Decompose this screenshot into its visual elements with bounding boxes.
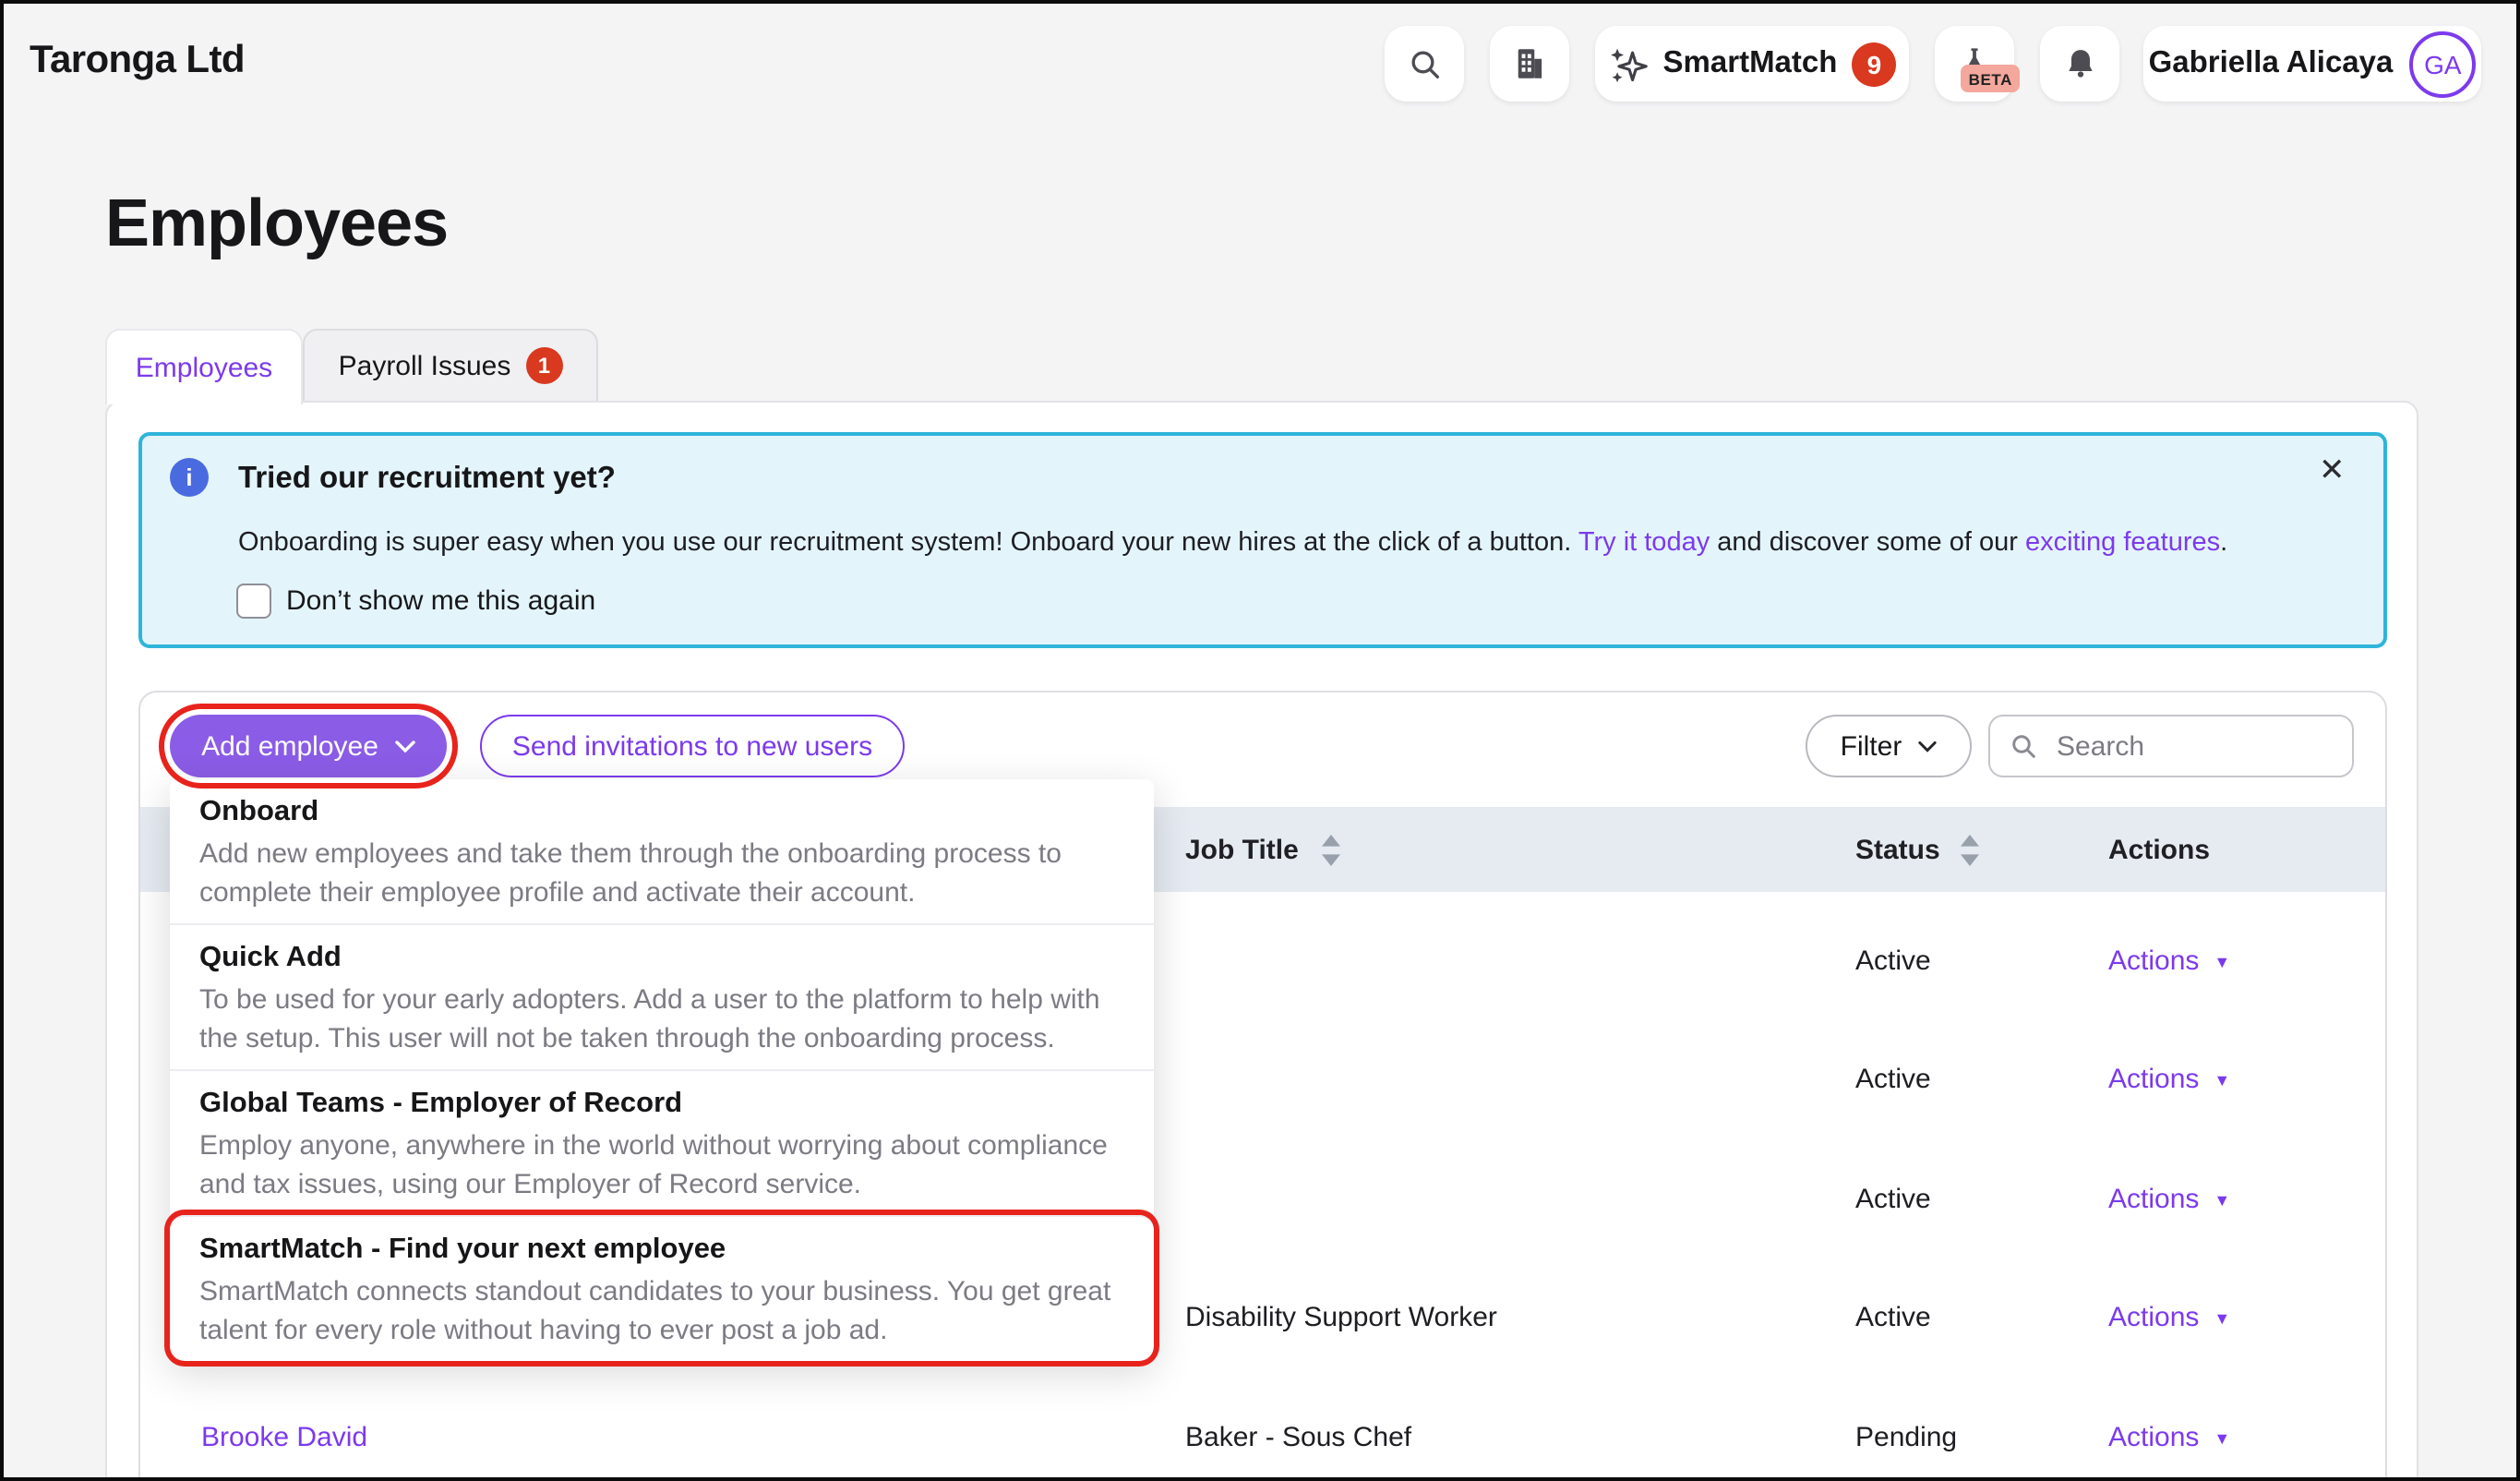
actions-label: Actions (2108, 1421, 2199, 1452)
sort-icon[interactable] (1961, 807, 1979, 892)
menu-item-title: SmartMatch - Find your next employee (199, 1232, 1124, 1267)
menu-item-description: Add new employees and take them through … (199, 835, 1124, 912)
banner-body-text-2: and discover some of our (1710, 528, 2025, 558)
actions-label: Actions (2108, 1301, 2199, 1332)
caret-down-icon: ▼ (2214, 1191, 2230, 1210)
actions-label: Actions (2108, 1063, 2199, 1094)
sparkles-icon (1608, 43, 1649, 84)
company-name: Taronga Ltd (30, 39, 245, 83)
search-input[interactable] (2053, 728, 2334, 764)
add-employee-button[interactable]: Add employee (170, 715, 447, 777)
search-field-wrap (1988, 715, 2354, 777)
notifications-button[interactable] (2040, 26, 2119, 102)
caret-down-icon: ▼ (2214, 1309, 2230, 1328)
column-actions: Actions (2108, 807, 2210, 892)
chevron-down-icon (1918, 740, 1937, 753)
close-icon[interactable]: ✕ (2319, 452, 2346, 489)
sort-icon[interactable] (1322, 807, 1340, 892)
caret-down-icon: ▼ (2214, 1071, 2230, 1090)
job-title-cell: Disability Support Worker (1185, 1258, 1497, 1376)
employee-name-link[interactable]: Brooke David (201, 1378, 367, 1481)
actions-label: Actions (2108, 1183, 2199, 1214)
actions-label: Actions (2108, 945, 2199, 976)
status-cell: Pending (1855, 1378, 1957, 1481)
add-employee-dropdown: Onboard Add new employees and take them … (170, 779, 1154, 1361)
menu-item-description: Employ anyone, anywhere in the world wit… (199, 1126, 1124, 1204)
status-cell: Active (1855, 1019, 1931, 1138)
banner-body-text-3: . (2220, 528, 2227, 558)
chevron-down-icon (395, 740, 415, 753)
actions-menu-button[interactable]: Actions ▼ (2108, 1019, 2230, 1138)
actions-menu-button[interactable]: Actions ▼ (2108, 901, 2230, 1019)
actions-menu-button[interactable]: Actions ▼ (2108, 1378, 2230, 1481)
beta-labs-button[interactable]: BETA (1935, 26, 2014, 102)
info-icon: i (170, 458, 209, 497)
banner-body-text-1: Onboarding is super easy when you use ou… (238, 528, 1578, 558)
caret-down-icon: ▼ (2214, 1429, 2230, 1448)
banner-title: Tried our recruitment yet? (238, 462, 616, 497)
actions-menu-button[interactable]: Actions ▼ (2108, 1258, 2230, 1376)
menu-item-description: To be used for your early adopters. Add … (199, 981, 1124, 1058)
bell-icon (2061, 45, 2098, 82)
table-row: Brooke David Baker - Sous Chef Pending A… (140, 1378, 2385, 1481)
send-invitations-label: Send invitations to new users (512, 730, 872, 762)
actions-menu-button[interactable]: Actions ▼ (2108, 1139, 2230, 1258)
status-cell: Active (1855, 1139, 1931, 1258)
menu-item-title: Onboard (199, 794, 1124, 829)
smartmatch-label: SmartMatch (1663, 46, 1838, 81)
status-cell: Active (1855, 1258, 1931, 1376)
search-button[interactable] (1385, 26, 1464, 102)
menu-item-smartmatch[interactable]: SmartMatch - Find your next employee Sma… (170, 1215, 1154, 1361)
dont-show-again-label: Don’t show me this again (286, 585, 595, 617)
column-status: Status (1855, 807, 1940, 892)
beta-badge: BETA (1962, 65, 2020, 92)
column-job-title: Job Title (1185, 807, 1299, 892)
user-name: Gabriella Alicaya (2149, 46, 2394, 81)
avatar: GA (2409, 30, 2476, 97)
menu-item-description: SmartMatch connects standout candidates … (199, 1272, 1124, 1350)
smartmatch-button[interactable]: SmartMatch 9 (1595, 26, 1909, 102)
menu-item-title: Quick Add (199, 940, 1124, 975)
organisation-button[interactable] (1490, 26, 1569, 102)
filter-button[interactable]: Filter (1806, 715, 1972, 777)
tab-payroll-issues-label: Payroll Issues (339, 350, 511, 381)
user-menu[interactable]: Gabriella Alicaya GA (2143, 26, 2481, 102)
menu-item-global-teams[interactable]: Global Teams - Employer of Record Employ… (170, 1069, 1154, 1215)
try-it-today-link[interactable]: Try it today (1578, 528, 1710, 558)
menu-item-quick-add[interactable]: Quick Add To be used for your early adop… (170, 923, 1154, 1069)
job-title-cell: Baker - Sous Chef (1185, 1378, 1411, 1481)
status-cell: Active (1855, 901, 1931, 1019)
menu-item-onboard[interactable]: Onboard Add new employees and take them … (170, 779, 1154, 923)
payroll-issues-badge: 1 (525, 347, 562, 384)
app-window: Taronga Ltd SmartMatch 9 (0, 0, 2520, 1481)
smartmatch-count-badge: 9 (1852, 42, 1896, 86)
tab-employees-label: Employees (136, 352, 272, 383)
dont-show-again-checkbox[interactable] (236, 584, 271, 619)
tab-payroll-issues[interactable]: Payroll Issues 1 (303, 329, 598, 403)
building-icon (1510, 44, 1549, 83)
banner-body: Onboarding is super easy when you use ou… (238, 528, 2227, 558)
exciting-features-link[interactable]: exciting features (2025, 528, 2220, 558)
tab-employees[interactable]: Employees (105, 329, 303, 404)
send-invitations-button[interactable]: Send invitations to new users (480, 715, 905, 777)
caret-down-icon: ▼ (2214, 953, 2230, 971)
add-employee-label: Add employee (201, 730, 378, 762)
menu-item-title: Global Teams - Employer of Record (199, 1086, 1124, 1121)
page-title: Employees (105, 185, 448, 262)
search-icon (1406, 45, 1443, 82)
filter-label: Filter (1841, 730, 1902, 762)
search-icon (2009, 731, 2038, 761)
